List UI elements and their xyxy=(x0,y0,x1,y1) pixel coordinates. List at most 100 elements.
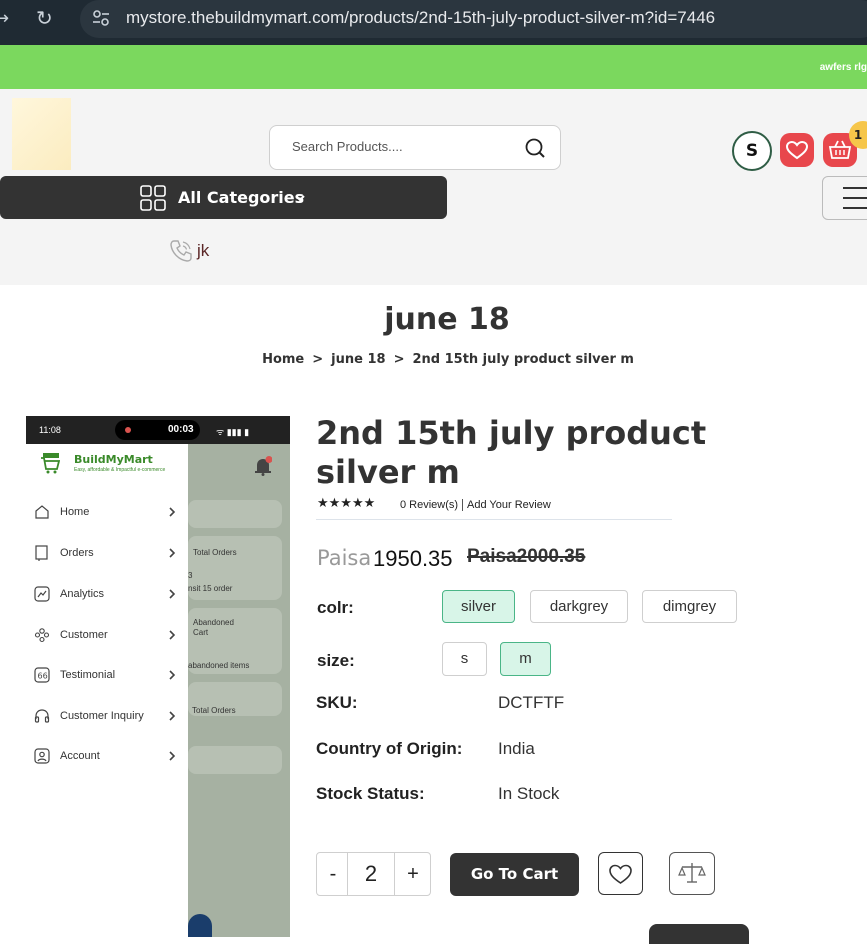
home-icon xyxy=(35,505,49,519)
product-image[interactable]: 11:08 00:03 ᯤ ▮▮▮ ▮ Total Orders 3 nsit … xyxy=(26,416,290,937)
categories-label: All Categories xyxy=(178,188,305,207)
phone-menu-item-orders: Orders xyxy=(34,543,184,565)
phone-menu-label: Orders xyxy=(60,547,94,559)
origin-value: India xyxy=(498,739,535,758)
chevron-right-icon xyxy=(169,630,176,640)
phone-timer: 00:03 xyxy=(168,424,194,435)
add-review-link[interactable]: Add Your Review xyxy=(462,499,551,511)
phone-card-text: abandoned items xyxy=(188,661,250,670)
phone-card-text: Abandoned xyxy=(193,618,234,627)
user-avatar[interactable]: S xyxy=(732,131,772,171)
chevron-right-icon xyxy=(169,711,176,721)
phone-time: 11:08 xyxy=(39,425,61,435)
breadcrumb-separator: > xyxy=(312,352,324,367)
phone-app-logo: BuildMyMart xyxy=(74,453,153,466)
quantity-stepper: - 2 + xyxy=(316,852,431,896)
phone-icon xyxy=(170,240,192,262)
compare-button[interactable] xyxy=(669,852,715,895)
chevron-down-icon xyxy=(295,195,305,202)
scale-icon xyxy=(678,863,706,883)
stock-label: Stock Status: xyxy=(316,784,425,803)
color-label: colr: xyxy=(317,598,354,617)
promo-text: awfers rlg xyxy=(819,62,867,73)
phone-card xyxy=(188,500,282,528)
heart-icon xyxy=(609,864,632,884)
breadcrumb-home[interactable]: Home xyxy=(262,352,304,367)
phone-menu-item-customer-inquiry: Customer Inquiry xyxy=(34,706,184,728)
headset-icon xyxy=(34,709,50,723)
size-option-m[interactable]: m xyxy=(500,642,551,676)
customer-icon xyxy=(34,628,50,643)
breadcrumb-separator: > xyxy=(393,352,405,367)
chevron-right-icon xyxy=(169,548,176,558)
forward-arrow-icon[interactable]: → xyxy=(0,8,9,29)
site-info-icon[interactable] xyxy=(90,7,112,29)
reload-icon[interactable]: ↻ xyxy=(36,6,53,30)
phone-menu-label: Testimonial xyxy=(60,669,116,681)
signal-icon: ᯤ ▮▮▮ ▮ xyxy=(216,427,250,437)
breadcrumb-current: 2nd 15th july product silver m xyxy=(412,352,634,367)
add-to-wishlist-button[interactable] xyxy=(598,852,643,895)
analytics-icon xyxy=(34,586,50,602)
store-logo[interactable] xyxy=(12,98,71,170)
phone-menu-label: Customer xyxy=(60,629,108,641)
size-option-s[interactable]: s xyxy=(442,642,487,676)
phone-card-text: nsit 15 order xyxy=(188,584,233,593)
chevron-right-icon xyxy=(169,670,176,680)
phone-app-tagline: Easy, affordable & Impactful e-commerce xyxy=(74,467,166,473)
phone-fab xyxy=(188,914,212,937)
wishlist-button[interactable] xyxy=(780,133,814,167)
phone-card-text: Total Orders xyxy=(193,548,237,557)
phone-menu-item-customer: Customer xyxy=(34,625,184,647)
color-option-dimgrey[interactable]: dimgrey xyxy=(642,590,737,623)
rating-stars: ★★★★★ xyxy=(317,496,376,511)
phone-menu-item-analytics: Analytics xyxy=(34,584,184,606)
phone-card-text: 3 xyxy=(188,571,193,580)
sku-value: DCTFTF xyxy=(498,693,565,712)
orders-icon xyxy=(35,545,48,561)
quantity-input[interactable]: 2 xyxy=(347,853,395,895)
phone-menu-label: Analytics xyxy=(60,588,105,600)
url-text[interactable]: mystore.thebuildmymart.com/products/2nd-… xyxy=(126,8,715,28)
breadcrumb-category[interactable]: june 18 xyxy=(331,352,385,367)
phone-card-text: Cart xyxy=(193,628,209,637)
record-dot-icon xyxy=(125,427,131,433)
color-option-darkgrey[interactable]: darkgrey xyxy=(530,590,628,623)
heart-icon xyxy=(785,140,809,160)
svg-text:66: 66 xyxy=(38,672,48,681)
chevron-right-icon xyxy=(169,589,176,599)
menu-toggle-button[interactable] xyxy=(822,176,867,220)
promo-bar: awfers rlg xyxy=(0,45,867,89)
all-categories-button[interactable]: All Categories xyxy=(0,176,447,219)
quantity-increase-button[interactable]: + xyxy=(395,853,431,895)
size-label: size: xyxy=(317,651,355,670)
sku-label: SKU: xyxy=(316,693,358,712)
price-currency: Paisa xyxy=(317,546,372,570)
account-icon xyxy=(34,748,50,764)
quantity-decrease-button[interactable]: - xyxy=(317,853,349,895)
phone-menu-label: Account xyxy=(60,750,100,762)
breadcrumb: Home > june 18 >2nd 15th july product silve… xyxy=(0,352,867,367)
search-input[interactable] xyxy=(292,139,512,154)
search-box xyxy=(269,125,561,170)
go-to-cart-button[interactable]: Go To Cart xyxy=(450,853,579,896)
product-title: 2nd 15th july product silver m xyxy=(316,414,707,491)
divider xyxy=(316,519,672,520)
testimonial-icon: 66 xyxy=(34,667,50,683)
phone-menu-item-account: Account xyxy=(34,746,184,768)
chevron-right-icon xyxy=(169,507,176,517)
contact-phone-text: jk xyxy=(197,241,210,260)
phone-card-text: Total Orders xyxy=(192,706,236,715)
origin-label: Country of Origin: xyxy=(316,739,463,758)
phone-menu-label: Customer Inquiry xyxy=(60,710,144,722)
price-value: 1950.35 xyxy=(373,546,453,571)
floating-tab[interactable] xyxy=(649,924,749,944)
phone-menu-label: Home xyxy=(60,506,90,518)
review-count[interactable]: 0 Review(s) xyxy=(400,499,458,511)
page-title: june 18 xyxy=(384,302,510,337)
phone-menu-item-home: Home xyxy=(34,502,184,524)
color-option-silver[interactable]: silver xyxy=(442,590,515,623)
grid-icon xyxy=(140,185,166,211)
search-icon[interactable] xyxy=(524,137,546,159)
phone-menu-item-testimonial: 66 Testimonial xyxy=(34,665,184,687)
